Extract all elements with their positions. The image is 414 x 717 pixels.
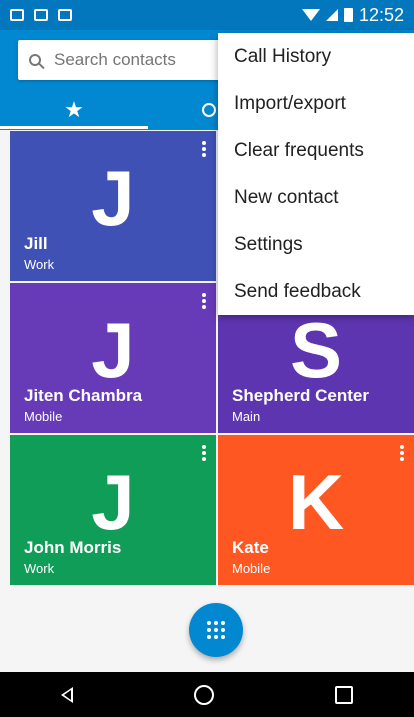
contact-initial: J: [91, 306, 135, 394]
contact-initial: S: [289, 306, 343, 394]
home-icon[interactable]: [193, 684, 214, 705]
contact-tile[interactable]: J John Morris Work: [10, 435, 216, 585]
download-notification-icon: [58, 9, 72, 21]
status-bar: 12:52: [0, 0, 414, 30]
contact-initial: J: [91, 458, 135, 546]
contact-tile[interactable]: J Jiten Chambra Mobile: [10, 283, 216, 433]
dialpad-icon: [207, 621, 225, 639]
contact-type: Mobile: [24, 409, 63, 424]
contact-type: Work: [24, 257, 55, 272]
contact-name: Shepherd Center: [232, 386, 369, 405]
tab-favorites[interactable]: ★: [0, 92, 148, 128]
contact-tile[interactable]: J Jill Work: [10, 131, 216, 281]
more-vert-icon[interactable]: [400, 445, 404, 461]
back-icon[interactable]: [60, 686, 73, 703]
navigation-bar: [0, 672, 414, 717]
menu-item-call-history[interactable]: Call History: [218, 33, 414, 80]
search-icon: [18, 54, 52, 66]
contact-type: Main: [232, 409, 261, 424]
contact-name: Jill: [24, 234, 48, 253]
image-notification-icon: [34, 9, 48, 21]
menu-item-send-feedback[interactable]: Send feedback: [218, 268, 414, 315]
email-notification-icon: [10, 9, 24, 21]
tab-indicator: [0, 126, 148, 129]
contact-name: Kate: [232, 538, 269, 557]
contact-type: Work: [24, 561, 55, 576]
contact-name: Jiten Chambra: [24, 386, 143, 405]
contact-tile[interactable]: K Kate Mobile: [218, 435, 414, 585]
clock-icon: [202, 103, 216, 117]
menu-item-settings[interactable]: Settings: [218, 221, 414, 268]
recent-apps-icon[interactable]: [335, 685, 354, 704]
star-icon: ★: [64, 97, 84, 122]
more-vert-icon[interactable]: [202, 141, 206, 157]
dialpad-button[interactable]: [189, 603, 243, 657]
wifi-icon: [301, 9, 320, 21]
more-vert-icon[interactable]: [202, 445, 206, 461]
overflow-menu: Call History Import/export Clear frequen…: [218, 33, 414, 315]
contact-initial: K: [287, 458, 345, 546]
contact-name: John Morris: [24, 538, 122, 557]
contact-type: Mobile: [232, 561, 271, 576]
battery-icon: [343, 8, 353, 22]
menu-item-new-contact[interactable]: New contact: [218, 174, 414, 221]
more-vert-icon[interactable]: [202, 293, 206, 309]
menu-item-import-export[interactable]: Import/export: [218, 80, 414, 127]
status-time: 12:52: [358, 4, 404, 25]
signal-icon: [325, 9, 338, 21]
menu-item-clear-frequents[interactable]: Clear frequents: [218, 127, 414, 174]
contact-initial: J: [91, 154, 135, 242]
